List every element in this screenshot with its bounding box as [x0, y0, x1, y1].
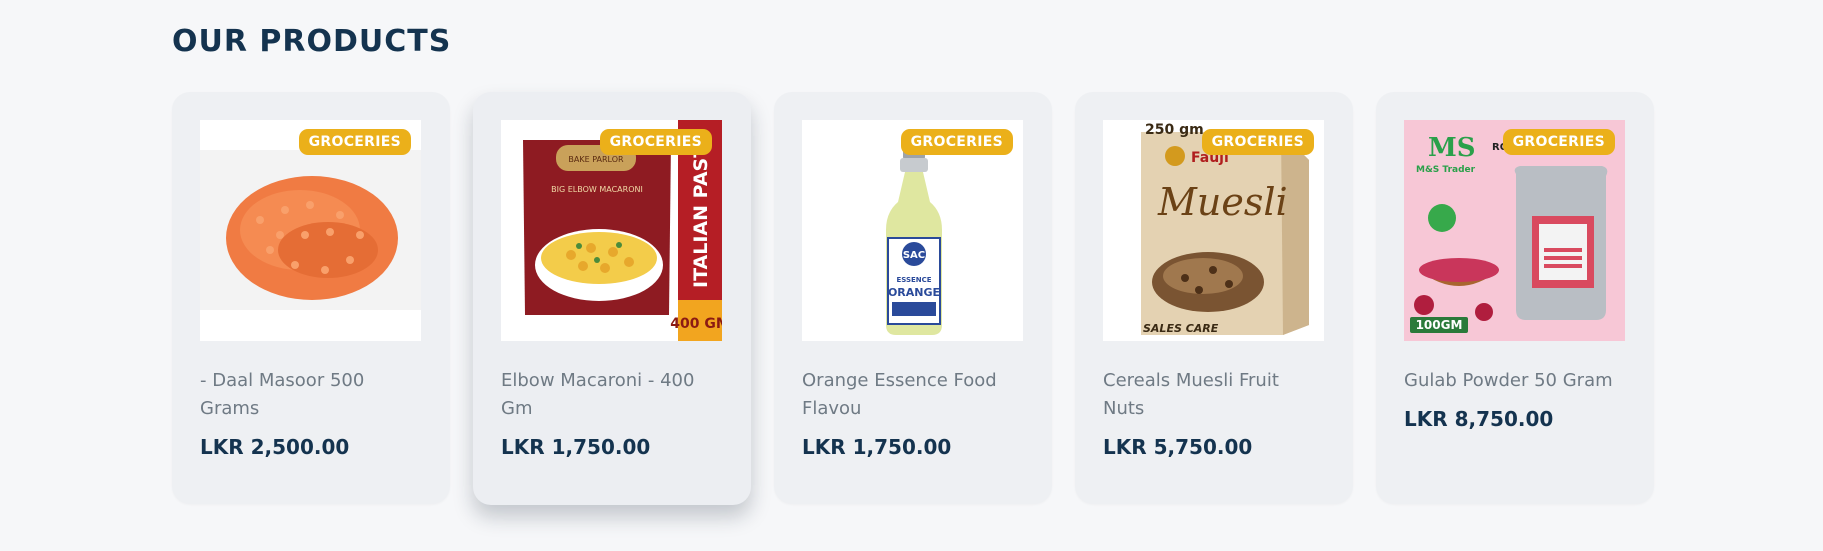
product-price: LKR 1,750.00 — [501, 435, 651, 459]
pack-brand-label: M&S Trader — [1416, 165, 1476, 175]
category-badge: GROCERIES — [1201, 129, 1314, 155]
bottle-label-1: ESSENCE — [896, 276, 931, 284]
category-badge: GROCERIES — [599, 129, 712, 155]
product-image[interactable]: ITALIAN PASTA 400 GM BAKE PARLOR BIG ELB… — [501, 120, 722, 341]
products-section: OUR PRODUCTS GROCERIES - Daal Masoor 500… — [0, 0, 1823, 551]
product-grid: GROCERIES - Daal Masoor 500 Grams LKR 2,… — [172, 92, 1654, 505]
product-name[interactable]: Orange Essence Food Flavou — [802, 367, 1024, 423]
box-weight-label: 250 gm — [1145, 122, 1204, 138]
product-name[interactable]: Elbow Macaroni - 400 Gm — [501, 367, 723, 423]
product-image[interactable]: 250 gm Fauji Muesli SALES CARE GROCERIES — [1103, 120, 1324, 341]
product-card[interactable]: SAC ESSENCE ORANGE GROCERIES Orange Esse… — [774, 92, 1052, 504]
product-card[interactable]: MS M&S Trader ROS 100GM — [1376, 92, 1654, 504]
section-title: OUR PRODUCTS — [172, 24, 452, 59]
bottle-brand-label: SAC — [903, 250, 925, 261]
product-card[interactable]: GROCERIES - Daal Masoor 500 Grams LKR 2,… — [172, 92, 450, 504]
category-badge: GROCERIES — [298, 129, 411, 155]
svg-text:MS: MS — [1428, 133, 1476, 163]
pack-title-label: BIG ELBOW MACARONI — [551, 185, 643, 194]
pack-brand-label: BAKE PARLOR — [568, 155, 624, 164]
product-image[interactable]: GROCERIES — [200, 120, 421, 341]
product-image[interactable]: MS M&S Trader ROS 100GM — [1404, 120, 1625, 341]
pack-weight-label: 400 GM — [670, 316, 722, 332]
box-footer-label: SALES CARE — [1143, 322, 1219, 335]
category-badge: GROCERIES — [900, 129, 1013, 155]
pack-weight-label: 100GM — [1416, 318, 1463, 332]
product-price: LKR 5,750.00 — [1103, 435, 1253, 459]
product-price: LKR 2,500.00 — [200, 435, 350, 459]
category-badge: GROCERIES — [1502, 129, 1615, 155]
product-price: LKR 1,750.00 — [802, 435, 952, 459]
box-title-label: Muesli — [1157, 180, 1288, 224]
product-price: LKR 8,750.00 — [1404, 407, 1554, 431]
product-image[interactable]: SAC ESSENCE ORANGE GROCERIES — [802, 120, 1023, 341]
product-card[interactable]: 250 gm Fauji Muesli SALES CARE GROCERIES… — [1075, 92, 1353, 504]
product-name[interactable]: Cereals Muesli Fruit Nuts — [1103, 367, 1325, 423]
product-name[interactable]: Gulab Powder 50 Gram — [1404, 367, 1626, 395]
product-name[interactable]: - Daal Masoor 500 Grams — [200, 367, 422, 423]
product-card[interactable]: ITALIAN PASTA 400 GM BAKE PARLOR BIG ELB… — [473, 92, 751, 505]
bottle-label-2: ORANGE — [888, 286, 940, 299]
